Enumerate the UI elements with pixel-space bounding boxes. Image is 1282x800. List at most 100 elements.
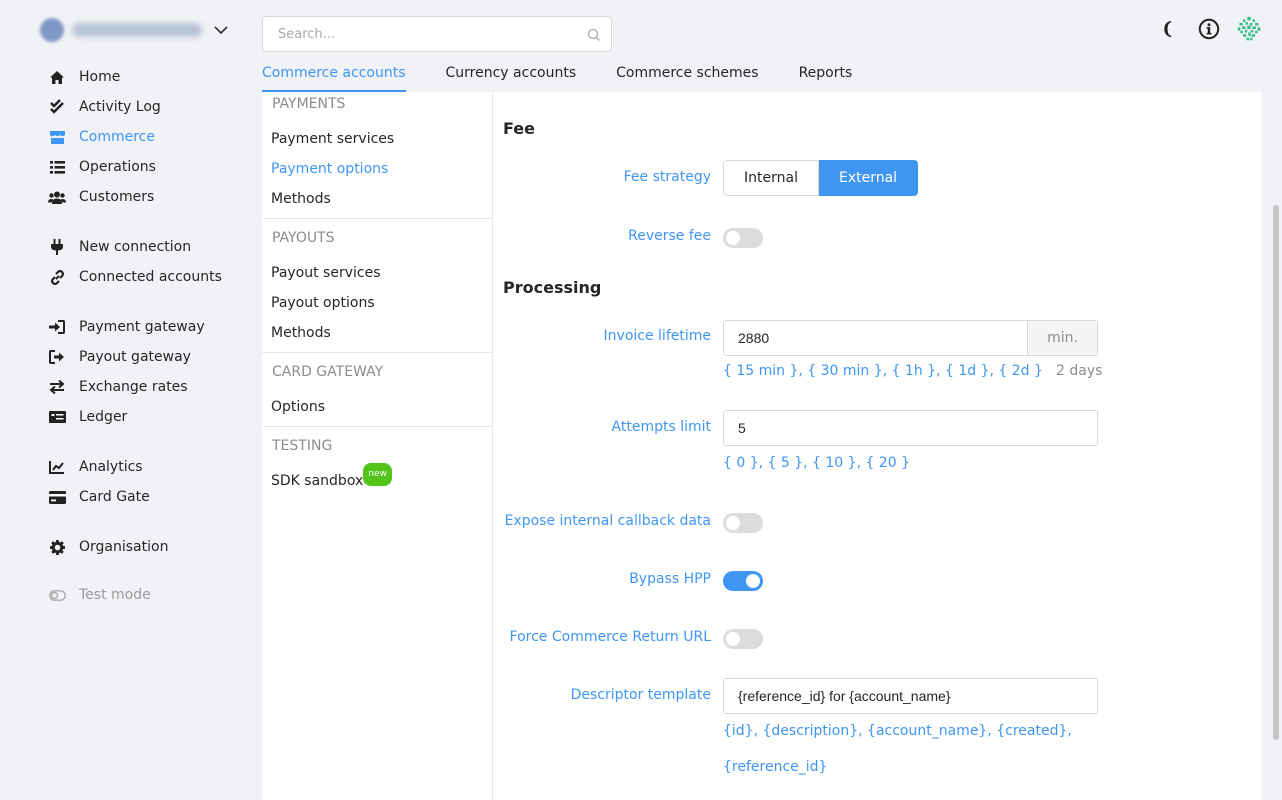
- section-heading-processing: Processing: [503, 278, 602, 297]
- tab-commerce-schemes[interactable]: Commerce schemes: [616, 60, 758, 92]
- descriptor-placeholders[interactable]: {id}, {description}, {account_name}, {cr…: [723, 723, 1072, 739]
- submenu-payment-methods[interactable]: Methods: [271, 189, 331, 209]
- double-check-icon: [48, 98, 66, 116]
- moon-icon[interactable]: [1156, 16, 1182, 42]
- descriptor-placeholders-more[interactable]: {reference_id}: [723, 759, 827, 775]
- home-icon: [48, 68, 66, 86]
- sidebar-item-label: Organisation: [79, 539, 169, 555]
- invoice-lifetime-field[interactable]: 2880 min.: [723, 320, 1098, 356]
- sidebar-item-connected-accounts[interactable]: Connected accounts: [48, 265, 222, 289]
- attempts-limit-label: Attempts limit: [611, 419, 711, 435]
- user-avatar[interactable]: [1236, 16, 1262, 42]
- section-title-payouts: PAYOUTS: [272, 230, 335, 246]
- sidebar-item-label: Card Gate: [79, 489, 150, 505]
- sidebar-item-label: Ledger: [79, 409, 128, 425]
- fee-strategy-toggle: Internal External: [723, 160, 919, 196]
- bypass-hpp-label: Bypass HPP: [629, 571, 711, 587]
- reverse-fee-label: Reverse fee: [628, 228, 711, 244]
- account-switcher[interactable]: [40, 18, 232, 42]
- settings-submenu: PAYMENTS Payment services Payment option…: [262, 92, 493, 800]
- sidebar-item-label: Operations: [79, 159, 156, 175]
- credit-card-icon: [48, 488, 66, 506]
- sidebar-item-label: Commerce: [79, 129, 155, 145]
- divider: [262, 352, 493, 353]
- account-avatar: [40, 18, 64, 42]
- sidebar-item-ledger[interactable]: Ledger: [48, 405, 127, 429]
- sidebar-item-card-gate[interactable]: Card Gate: [48, 485, 150, 509]
- sidebar-item-label: Home: [79, 69, 121, 85]
- submenu-payment-services[interactable]: Payment services: [271, 129, 394, 149]
- page-scrollbar[interactable]: [1273, 205, 1279, 740]
- sidebar-item-customers[interactable]: Customers: [48, 185, 154, 209]
- store-icon: [48, 128, 66, 146]
- tab-currency-accounts[interactable]: Currency accounts: [446, 60, 577, 92]
- submenu-payout-services[interactable]: Payout services: [271, 263, 381, 283]
- sidebar-item-operations[interactable]: Operations: [48, 155, 156, 179]
- descriptor-template-value: {reference_id} for {account_name}: [738, 688, 951, 704]
- sidebar-item-analytics[interactable]: Analytics: [48, 455, 143, 479]
- tab-reports[interactable]: Reports: [799, 60, 853, 92]
- divider: [262, 426, 493, 427]
- sidebar-item-exchange-rates[interactable]: Exchange rates: [48, 375, 188, 399]
- sign-in-icon: [48, 318, 66, 336]
- attempts-limit-value: 5: [738, 420, 746, 436]
- tab-commerce-accounts[interactable]: Commerce accounts: [262, 60, 406, 92]
- link-icon: [48, 268, 66, 286]
- info-icon[interactable]: [1196, 16, 1222, 42]
- sidebar-item-home[interactable]: Home: [48, 65, 120, 89]
- sidebar-item-payment-gateway[interactable]: Payment gateway: [48, 315, 205, 339]
- sidebar-item-payout-gateway[interactable]: Payout gateway: [48, 345, 191, 369]
- submenu-sdk-sandbox[interactable]: SDK sandbox new: [271, 463, 392, 491]
- sidebar-item-new-connection[interactable]: New connection: [48, 235, 191, 259]
- sidebar: Home Activity Log Commerce Operations Cu…: [0, 0, 262, 800]
- search-icon[interactable]: [587, 27, 601, 46]
- chevron-down-icon[interactable]: [210, 19, 232, 41]
- attempts-limit-field[interactable]: 5: [723, 410, 1098, 446]
- invoice-lifetime-value: 2880: [738, 330, 770, 346]
- submenu-item-label: SDK sandbox: [271, 473, 364, 489]
- descriptor-template-field[interactable]: {reference_id} for {account_name}: [723, 678, 1098, 714]
- toggle-off-icon: [48, 586, 66, 604]
- expose-callback-label: Expose internal callback data: [504, 513, 711, 529]
- sidebar-item-test-mode[interactable]: Test mode: [48, 583, 151, 607]
- descriptor-template-label: Descriptor template: [570, 687, 711, 703]
- sign-out-icon: [48, 348, 66, 366]
- sidebar-item-organisation[interactable]: Organisation: [48, 535, 168, 559]
- users-icon: [48, 188, 66, 206]
- section-title-card-gateway: CARD GATEWAY: [272, 364, 384, 380]
- submenu-card-gateway-options[interactable]: Options: [271, 397, 325, 417]
- sidebar-item-label: Connected accounts: [79, 269, 222, 285]
- sidebar-item-label: Exchange rates: [79, 379, 188, 395]
- sidebar-item-commerce[interactable]: Commerce: [48, 125, 155, 149]
- section-title-payments: PAYMENTS: [272, 96, 346, 112]
- sidebar-item-label: Customers: [79, 189, 155, 205]
- reverse-fee-switch[interactable]: [723, 228, 763, 248]
- search-input[interactable]: [263, 17, 563, 51]
- money-bill-icon: [48, 408, 66, 426]
- account-name: [72, 23, 202, 37]
- plug-icon: [48, 238, 66, 256]
- divider: [262, 218, 493, 219]
- expose-callback-switch[interactable]: [723, 513, 763, 533]
- attempts-limit-presets[interactable]: { 0 }, { 5 }, { 10 }, { 20 }: [723, 455, 910, 471]
- sidebar-item-label: Activity Log: [79, 99, 161, 115]
- exchange-icon: [48, 378, 66, 396]
- fee-strategy-external-button[interactable]: External: [818, 160, 919, 196]
- list-icon: [48, 158, 66, 176]
- chart-line-icon: [48, 458, 66, 476]
- section-title-testing: TESTING: [272, 438, 333, 454]
- sidebar-item-activity-log[interactable]: Activity Log: [48, 95, 161, 119]
- force-return-url-label: Force Commerce Return URL: [509, 629, 711, 645]
- invoice-lifetime-readable: 2 days: [1056, 363, 1103, 379]
- force-return-url-switch[interactable]: [723, 629, 763, 649]
- settings-form: Fee Fee strategy Internal External Rever…: [493, 92, 1261, 800]
- bypass-hpp-switch[interactable]: [723, 571, 763, 591]
- submenu-payout-options[interactable]: Payout options: [271, 293, 375, 313]
- invoice-lifetime-presets[interactable]: { 15 min }, { 30 min }, { 1h }, { 1d }, …: [723, 363, 1043, 379]
- sidebar-item-label: Payment gateway: [79, 319, 205, 335]
- fee-strategy-internal-button[interactable]: Internal: [723, 160, 819, 196]
- top-right-icons: [1156, 16, 1262, 42]
- submenu-payout-methods[interactable]: Methods: [271, 323, 331, 343]
- gear-icon: [48, 538, 66, 556]
- submenu-payment-options[interactable]: Payment options: [271, 159, 388, 179]
